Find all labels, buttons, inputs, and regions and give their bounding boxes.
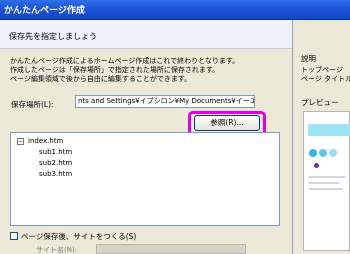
preview-banner (308, 124, 350, 136)
tree-node-root[interactable]: index.htm (28, 137, 63, 145)
preview-dot (314, 163, 319, 168)
preview-line (309, 176, 345, 178)
intro-text: かんたんページ作成によるホームページ作成はこれで終わりとなります。 作成したペー… (10, 57, 282, 84)
create-site-checkbox[interactable] (10, 232, 18, 240)
tree-node[interactable]: sub3.htm (39, 170, 72, 178)
browse-button[interactable]: 参照(R)... (194, 115, 260, 131)
preview-line (309, 188, 343, 190)
create-site-label: ページ保存後、サイトをつくる(S) (21, 232, 137, 241)
preview-line (309, 182, 339, 184)
preview-dot (329, 149, 337, 157)
side-panel: 説明 トップページ ページ タイトル プレビュー (293, 20, 350, 254)
step-header-text: 保存先を指定しましょう (9, 32, 97, 41)
intro-line: かんたんページ作成によるホームページ作成はこれで終わりとなります。 (10, 57, 240, 65)
window-title: かんたんページ作成 (4, 6, 85, 16)
page-tree[interactable]: − index.htm sub1.htm sub2.htm sub3.htm (10, 132, 280, 226)
preview-dot (309, 149, 317, 157)
main-panel: かんたんページ作成によるホームページ作成はこれで終わりとなります。 作成したペー… (0, 49, 292, 254)
explanation-line: トップページ (301, 66, 343, 74)
explanation-line: ページ タイトル (301, 75, 350, 83)
preview-title: プレビュー (301, 98, 339, 107)
intro-line: 作成したページは「保存場所」で指定された場所に保存されます。 (10, 66, 220, 74)
tree-collapse-icon[interactable]: − (17, 138, 24, 145)
site-name-label: サイト名(N): (36, 246, 78, 254)
explanation-text: トップページ ページ タイトル (301, 66, 350, 84)
title-bar: かんたんページ作成 (0, 0, 350, 20)
preview-dot (319, 149, 327, 157)
intro-line: ページ編集領域で後から自由に編集することができます。 (10, 75, 192, 83)
site-name-input[interactable] (96, 244, 246, 254)
save-location-input[interactable]: nts and Settings¥イプシロン¥My Documents¥イーエル… (75, 95, 255, 108)
save-location-label: 保存場所(L): (11, 100, 54, 109)
tree-node[interactable]: sub1.htm (39, 148, 72, 156)
step-header: 保存先を指定しましょう (0, 20, 292, 49)
preview-thumbnail (303, 111, 350, 251)
explanation-title: 説明 (301, 54, 316, 63)
tree-node[interactable]: sub2.htm (39, 159, 72, 167)
